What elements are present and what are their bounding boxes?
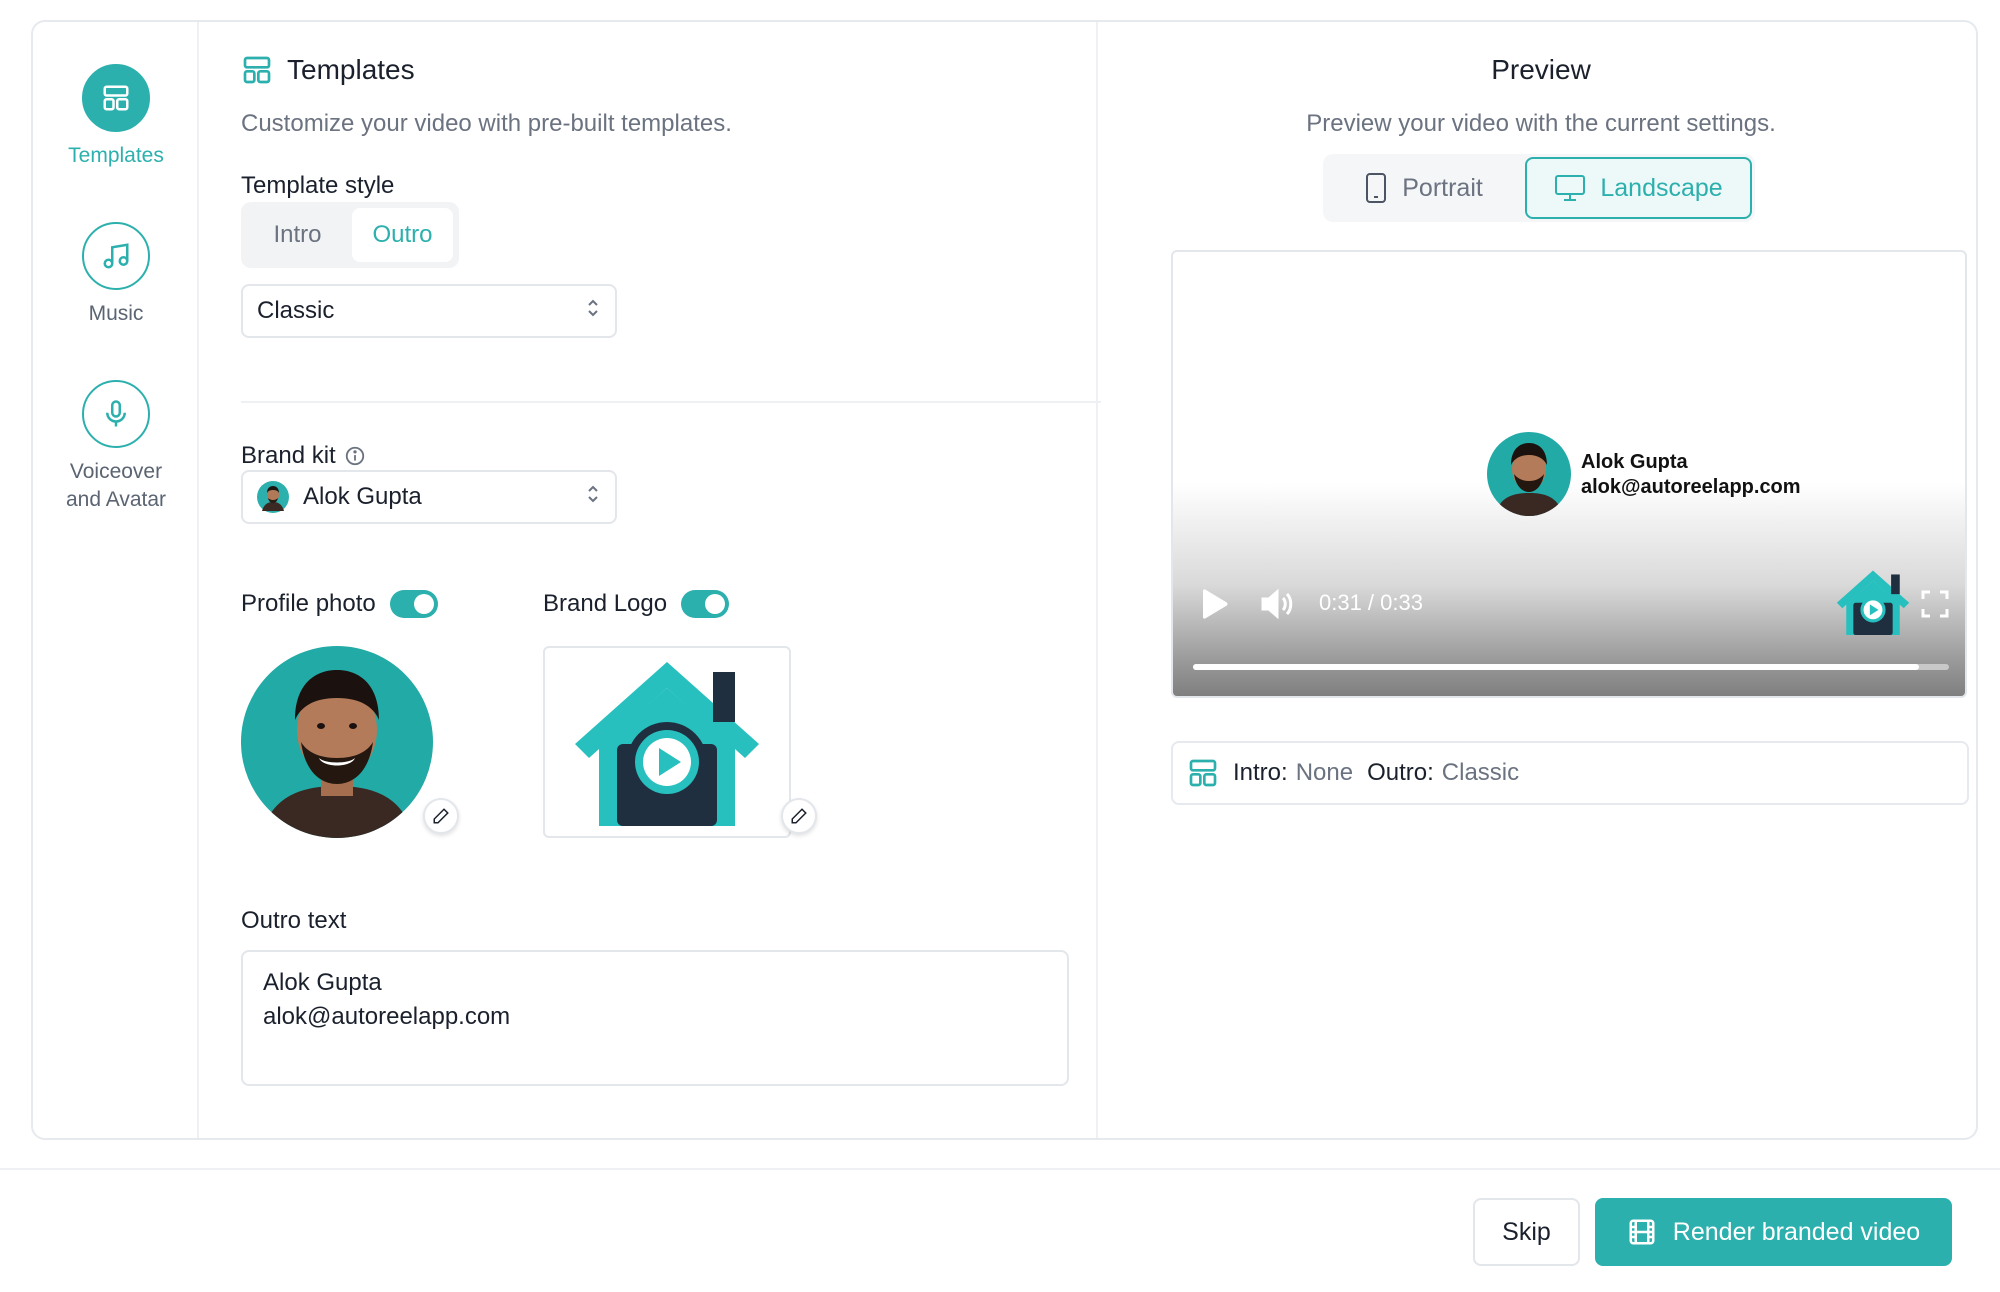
film-icon [1627,1217,1657,1247]
rail-item-voiceover[interactable]: Voiceover and Avatar [33,380,199,514]
brand-logo-toggle[interactable] [681,590,730,618]
template-style-value: Classic [257,297,335,324]
rail-label-templates: Templates [68,144,164,167]
time-display: 0:31 / 0:33 [1319,590,1423,615]
monitor-icon [1554,173,1586,203]
play-button[interactable] [1197,588,1229,620]
microphone-icon [82,380,150,448]
landscape-label: Landscape [1600,173,1723,202]
brand-logo-row: Brand Logo [543,590,730,618]
brand-logo-image [575,662,759,826]
progress-track[interactable] [1193,664,1949,670]
outro-card-email: alok@autoreelapp.com [1581,476,1801,498]
progress-fill [1193,664,1919,670]
orientation-toggle: Portrait Landscape [1323,154,1755,222]
template-summary: Intro: None Outro: Classic [1171,741,1969,805]
templates-title: Templates [287,54,415,85]
section-title: Templates [241,54,415,86]
rail-item-music[interactable]: Music [33,222,199,328]
profile-photo-row: Profile photo [241,590,438,618]
portrait-button[interactable]: Portrait [1326,157,1521,219]
rail-label-voiceover: Voiceover and Avatar [65,460,167,511]
edit-profile-photo-button[interactable] [423,798,459,834]
fullscreen-button[interactable] [1921,590,1949,618]
pencil-icon [790,807,808,825]
segment-outro[interactable]: Outro [352,208,453,262]
outro-card-avatar [1487,432,1571,516]
rail-item-templates[interactable]: Templates [33,64,199,170]
chevron-up-down-icon [585,297,601,326]
preview-subtitle: Preview your video with the current sett… [1306,110,1776,137]
brand-logo-label: Brand Logo [543,590,668,617]
segment-intro[interactable]: Intro [247,208,348,262]
portrait-label: Portrait [1402,173,1483,202]
skip-button[interactable]: Skip [1473,1198,1580,1266]
summary-intro-value: None [1295,759,1354,786]
play-icon [1197,588,1229,620]
profile-photo [241,646,433,838]
pencil-icon [432,807,450,825]
avatar [257,481,289,513]
outro-text-label: Outro text [241,907,347,934]
brand-logo-box [543,646,791,838]
brand-kit-row: Brand kit [241,442,366,470]
chevron-up-down-icon [585,483,601,512]
landscape-button[interactable]: Landscape [1525,157,1752,219]
templates-subtitle: Customize your video with pre-built temp… [241,110,732,137]
brand-kit-label: Brand kit [241,442,336,469]
brand-kit-value: Alok Gupta [303,483,422,510]
volume-button[interactable] [1259,588,1295,620]
outro-text-input[interactable]: Alok Gupta alok@autoreelapp.com [241,950,1069,1086]
info-icon[interactable] [344,445,366,467]
logo-watermark [1825,556,1921,653]
section-divider [241,401,1101,403]
rail-label-music: Music [88,302,144,325]
outro-card-text: Alok Gupta alok@autoreelapp.com [1581,450,1801,500]
summary-outro-value: Classic [1441,759,1520,786]
edit-brand-logo-button[interactable] [781,798,817,834]
outro-card-name: Alok Gupta [1581,451,1688,473]
template-style-label: Template style [241,172,395,199]
render-branded-video-button[interactable]: Render branded video [1595,1198,1952,1266]
preview-panel: Preview Preview your video with the curr… [1141,22,1969,1138]
summary-outro-label: Outro: [1367,759,1434,786]
summary-intro-label: Intro: [1233,759,1288,786]
phone-icon [1364,172,1388,204]
layout-icon [1187,757,1219,789]
templates-panel: Templates Customize your video with pre-… [241,22,1141,1138]
template-style-segment: Intro Outro [241,202,459,268]
side-rail: Templates Music Voiceover and Avatar [33,22,199,1138]
fullscreen-icon [1921,590,1949,618]
volume-icon [1259,588,1295,620]
panel-divider [1096,22,1098,1138]
render-label: Render branded video [1672,1217,1921,1246]
video-preview[interactable]: Alok Gupta alok@autoreelapp.com 0:31 / 0… [1171,250,1967,698]
brand-kit-select[interactable]: Alok Gupta [241,470,617,524]
template-style-select[interactable]: Classic [241,284,617,338]
music-note-icon [82,222,150,290]
profile-photo-toggle[interactable] [389,590,438,618]
layout-icon [82,64,150,132]
footer-divider [0,1168,2000,1170]
settings-card: Templates Music Voiceover and Avatar Tem… [31,20,1978,1140]
preview-title: Preview [1491,54,1591,85]
profile-photo-label: Profile photo [241,590,376,617]
layout-icon [241,54,273,86]
